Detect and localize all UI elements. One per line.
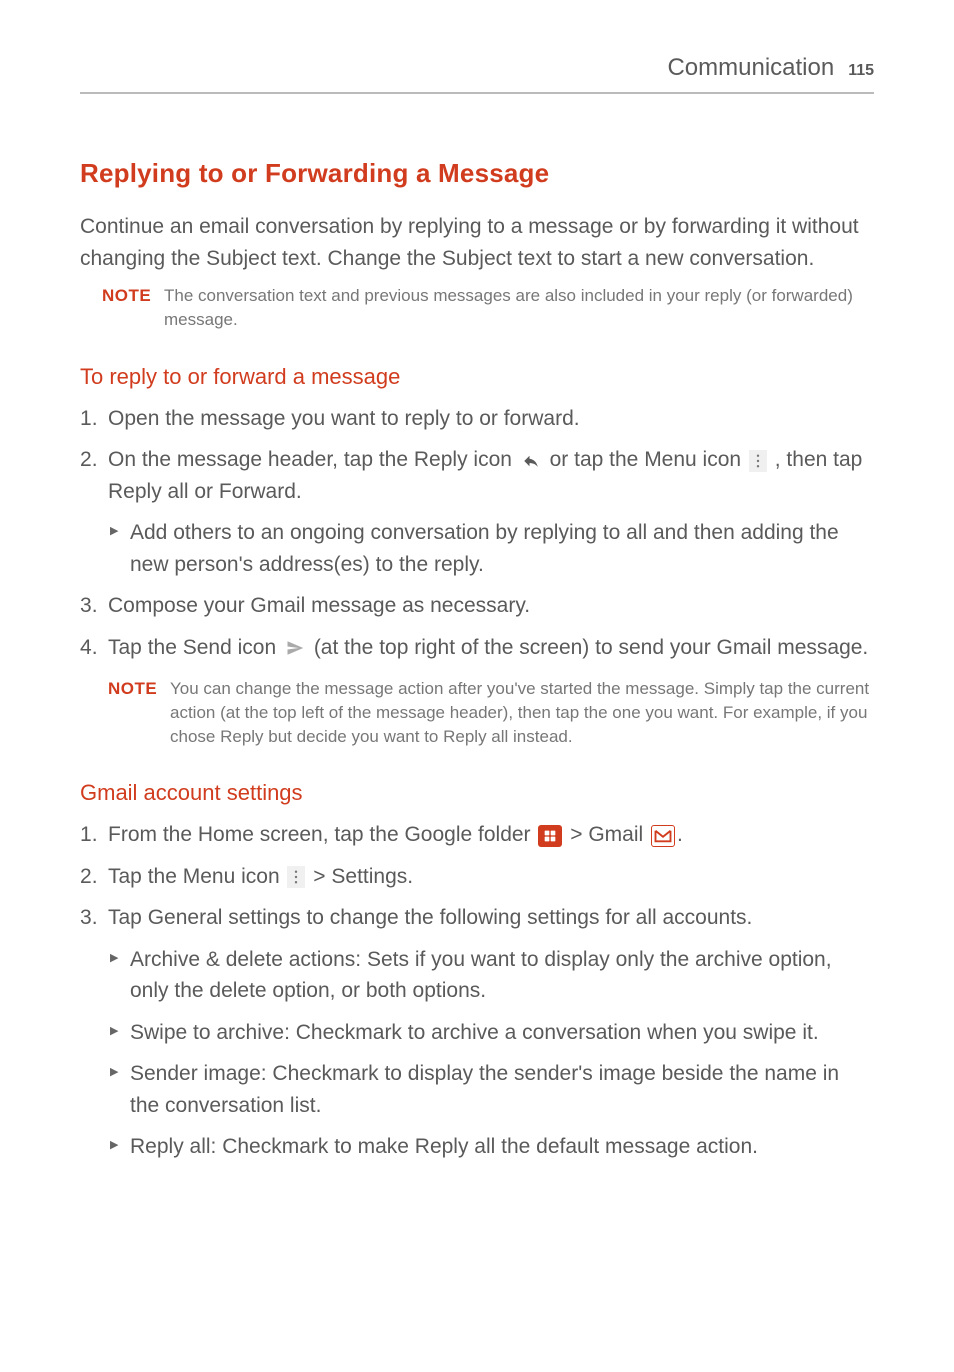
opt-text: : Checkmark to archive a conversation wh… (284, 1021, 819, 1044)
subsection-reply: To reply to or forward a message (80, 360, 874, 393)
reply-icon (520, 451, 542, 471)
sub-item: Swipe to archive: Checkmark to archive a… (108, 1017, 874, 1049)
t: , then tap (769, 448, 862, 471)
general-settings-label: General settings (148, 906, 301, 929)
t: Tap the (108, 636, 183, 659)
t: From the Home screen, tap the (108, 823, 404, 846)
reply-label: Reply (414, 448, 468, 471)
t: . (677, 823, 683, 846)
google-label: Google (404, 823, 472, 846)
t: On the message header, tap the (108, 448, 414, 471)
gmail-icon (651, 825, 675, 847)
menu-icon (287, 866, 305, 888)
settings-sublist: Archive & delete actions: Sets if you wa… (108, 944, 874, 1163)
forward-label: Forward (219, 480, 296, 503)
send-icon (284, 638, 306, 658)
t: or tap the (544, 448, 644, 471)
send-label: Send (183, 636, 232, 659)
step-1: Open the message you want to reply to or… (80, 403, 874, 435)
t: . (407, 865, 413, 888)
t: > (307, 865, 331, 888)
opt-label: Reply all (130, 1135, 211, 1158)
step-1: From the Home screen, tap the Google fol… (80, 819, 874, 851)
subsection-settings: Gmail account settings (80, 776, 874, 809)
gmail-label: Gmail (588, 823, 643, 846)
t: > (564, 823, 588, 846)
t: to change the following settings for all… (301, 906, 753, 929)
t: Compose your Gmail message as necessary. (108, 594, 530, 617)
note-label: NOTE (102, 284, 164, 332)
t: Add others to an ongoing conversation by… (130, 521, 839, 576)
settings-label: Settings (331, 865, 407, 888)
t: icon (697, 448, 747, 471)
page-header: Communication 115 (80, 50, 874, 94)
header-page-number: 115 (848, 59, 874, 83)
step-3: Tap General settings to change the follo… (80, 902, 874, 1163)
menu-label: Menu (644, 448, 697, 471)
opt-label: Archive & delete actions (130, 948, 355, 971)
steps-reply: Open the message you want to reply to or… (80, 403, 874, 749)
t: Tap (108, 906, 148, 929)
step-2: On the message header, tap the Reply ico… (80, 444, 874, 580)
google-folder-icon (538, 825, 562, 847)
section-title: Replying to or Forwarding a Message (80, 154, 874, 193)
note-block: NOTE The conversation text and previous … (102, 284, 874, 332)
t: Tap the (108, 865, 183, 888)
steps-settings: From the Home screen, tap the Google fol… (80, 819, 874, 1163)
sub-item: Add others to an ongoing conversation by… (108, 517, 874, 580)
t: icon (232, 636, 282, 659)
intro-paragraph: Continue an email conversation by replyi… (80, 211, 874, 274)
note-text: You can change the message action after … (170, 677, 874, 748)
sub-item: Sender image: Checkmark to display the s… (108, 1058, 874, 1121)
t: icon (468, 448, 518, 471)
t: icon (235, 865, 285, 888)
note-block: NOTE You can change the message action a… (108, 677, 874, 748)
t: (at the top right of the screen) to send… (308, 636, 868, 659)
note-label: NOTE (108, 677, 170, 748)
menu-icon (749, 450, 767, 472)
sub-item: Reply all: Checkmark to make Reply all t… (108, 1131, 874, 1163)
step-2-sublist: Add others to an ongoing conversation by… (108, 517, 874, 580)
header-section: Communication (667, 50, 834, 86)
step-3: Compose your Gmail message as necessary. (80, 590, 874, 622)
t: . (296, 480, 302, 503)
reply-all-label: Reply all (108, 480, 189, 503)
opt-text: : Checkmark to make Reply all the defaul… (211, 1135, 758, 1158)
t: or (189, 480, 219, 503)
sub-item: Archive & delete actions: Sets if you wa… (108, 944, 874, 1007)
opt-label: Swipe to archive (130, 1021, 284, 1044)
opt-label: Sender image (130, 1062, 261, 1085)
step-text: Open the message you want to reply to or… (108, 407, 580, 430)
t (643, 823, 649, 846)
menu-label: Menu (183, 865, 236, 888)
step-4: Tap the Send icon (at the top right of t… (80, 632, 874, 749)
step-2: Tap the Menu icon > Settings. (80, 861, 874, 893)
note-text: The conversation text and previous messa… (164, 284, 874, 332)
t: folder (472, 823, 536, 846)
